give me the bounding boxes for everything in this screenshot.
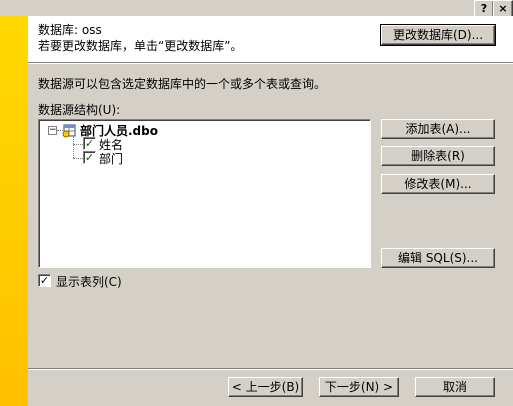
field-checkbox-1[interactable]: ✓ — [83, 137, 96, 150]
tree-connector-field-2 — [73, 158, 83, 159]
wizard-banner — [0, 16, 28, 406]
edit-sql-button[interactable]: 编辑 SQL(S)... — [381, 248, 495, 268]
show-columns-checkbox[interactable]: ✓ — [38, 274, 51, 287]
title-bar: ? × — [0, 0, 513, 18]
change-database-button[interactable]: 更改数据库(D)... — [380, 24, 496, 46]
field-checkbox-2[interactable]: ✓ — [83, 151, 96, 164]
field-label-2[interactable]: 部门 — [99, 150, 123, 167]
next-button[interactable]: 下一步(N) > — [319, 377, 399, 397]
cancel-button[interactable]: 取消 — [415, 377, 495, 397]
data-source-tree[interactable]: − 部门人员.dbo ✓ 姓名 ✓ 部门 — [38, 119, 371, 268]
modify-table-button[interactable]: 修改表(M)... — [381, 174, 495, 194]
instruction-text: 若要更改数据库，单击“更改数据库”。 — [38, 39, 243, 53]
header-separator — [28, 62, 513, 64]
show-columns-label[interactable]: 显示表列(C) — [56, 273, 122, 290]
delete-table-button[interactable]: 删除表(R) — [381, 146, 495, 166]
footer-separator — [28, 368, 513, 370]
tree-connector-field-1 — [73, 144, 83, 145]
back-button[interactable]: < 上一步(B) — [228, 377, 303, 397]
tree-connector-vertical — [73, 137, 74, 158]
structure-label: 数据源结构(U): — [38, 103, 121, 117]
collapse-toggle-icon[interactable]: − — [48, 126, 57, 135]
add-table-button[interactable]: 添加表(A)... — [381, 119, 495, 139]
description-text: 数据源可以包含选定数据库中的一个或多个表或查询。 — [38, 77, 327, 91]
database-table-icon — [62, 124, 76, 138]
database-name: 数据库: oss — [38, 23, 102, 37]
wizard-window: ? × 数据库: oss 若要更改数据库，单击“更改数据库”。 更改数据库(D)… — [0, 0, 513, 406]
